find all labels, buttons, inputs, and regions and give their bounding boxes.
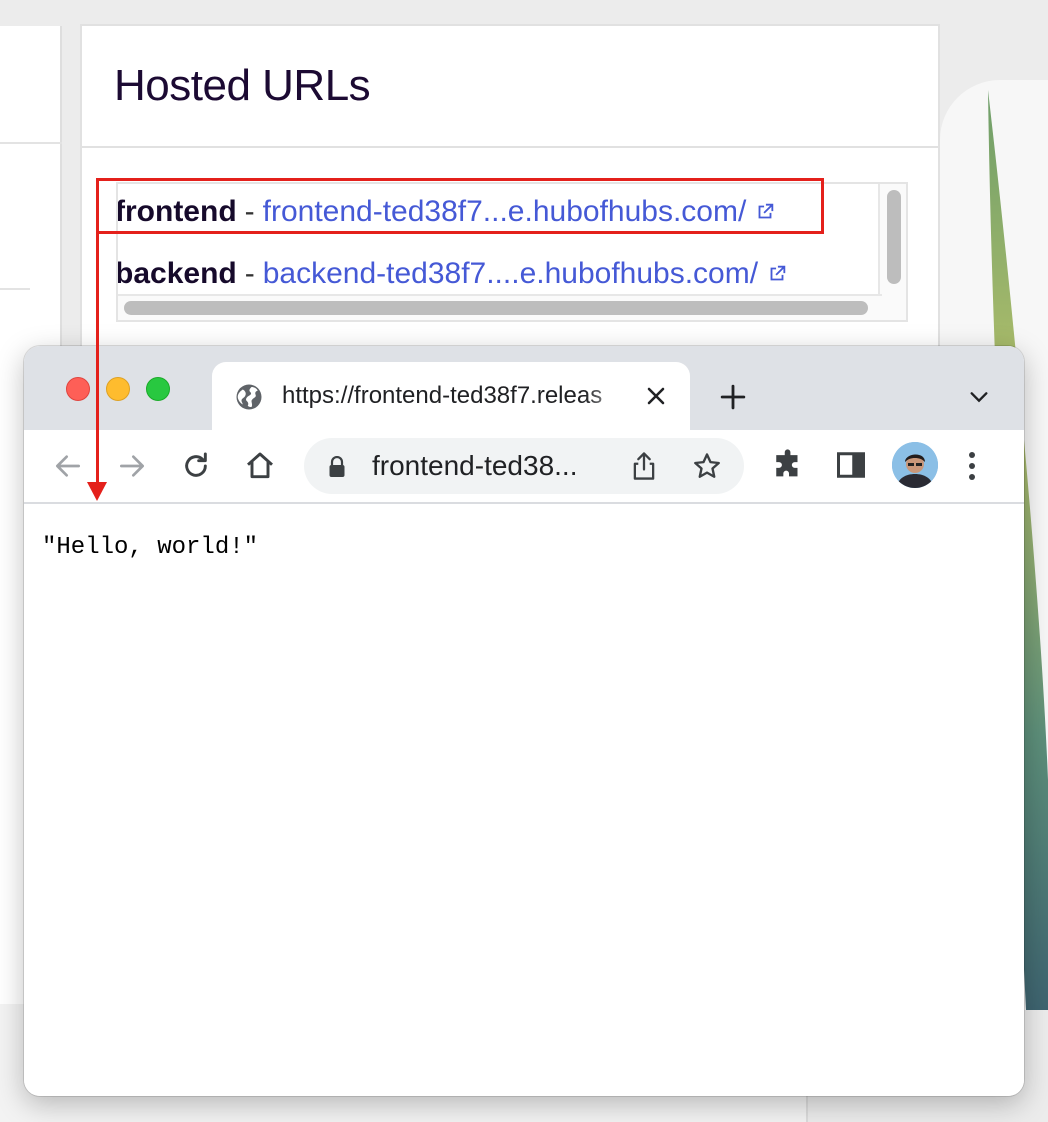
divider (0, 288, 30, 290)
globe-icon (234, 382, 264, 417)
star-icon[interactable] (692, 451, 722, 486)
backend-url-link[interactable]: backend-ted38f7....e.hubofhubs.com/ (263, 257, 758, 291)
reload-icon[interactable] (180, 450, 212, 487)
annotation-arrow-line (96, 234, 99, 484)
page-content: "Hello, world!" (24, 504, 1024, 1096)
more-options-icon[interactable] (966, 450, 978, 487)
maximize-window-button[interactable] (146, 377, 170, 401)
side-panel-icon[interactable] (836, 450, 866, 485)
lock-icon[interactable] (328, 455, 346, 483)
browser-tab[interactable]: https://frontend-ted38f7.releas (212, 362, 690, 430)
home-icon[interactable] (244, 450, 276, 487)
close-window-button[interactable] (66, 377, 90, 401)
back-arrow-icon[interactable] (52, 450, 84, 487)
scrollbar-thumb[interactable] (887, 190, 901, 284)
tab-title: https://frontend-ted38f7.releas (282, 382, 603, 409)
address-bar[interactable]: frontend-ted38... (304, 438, 744, 494)
browser-window: https://frontend-ted38f7.releas frontend… (24, 346, 1024, 1096)
arrow-down-icon (86, 480, 108, 507)
avatar[interactable] (892, 442, 938, 488)
browser-toolbar: frontend-ted38... (24, 430, 1024, 504)
new-tab-icon[interactable] (720, 384, 746, 415)
external-link-icon[interactable] (766, 263, 788, 285)
highlight-box (96, 178, 824, 234)
service-name: backend (116, 257, 237, 290)
panel-title: Hosted URLs (114, 61, 371, 110)
page-text: "Hello, world!" (42, 534, 259, 561)
divider (0, 142, 62, 144)
chevron-down-icon[interactable] (968, 388, 990, 411)
hosted-urls-header: Hosted URLs (82, 26, 938, 148)
horizontal-scrollbar[interactable] (118, 294, 882, 320)
share-icon[interactable] (630, 450, 658, 487)
forward-arrow-icon[interactable] (116, 450, 148, 487)
minimize-window-button[interactable] (106, 377, 130, 401)
close-tab-icon[interactable] (644, 384, 668, 413)
address-text[interactable]: frontend-ted38... (372, 450, 577, 482)
vertical-scrollbar[interactable] (878, 184, 906, 320)
scrollbar-thumb[interactable] (124, 301, 868, 315)
separator: - (244, 257, 255, 290)
extensions-puzzle-icon[interactable] (772, 448, 806, 487)
tab-strip: https://frontend-ted38f7.releas (24, 346, 1024, 430)
